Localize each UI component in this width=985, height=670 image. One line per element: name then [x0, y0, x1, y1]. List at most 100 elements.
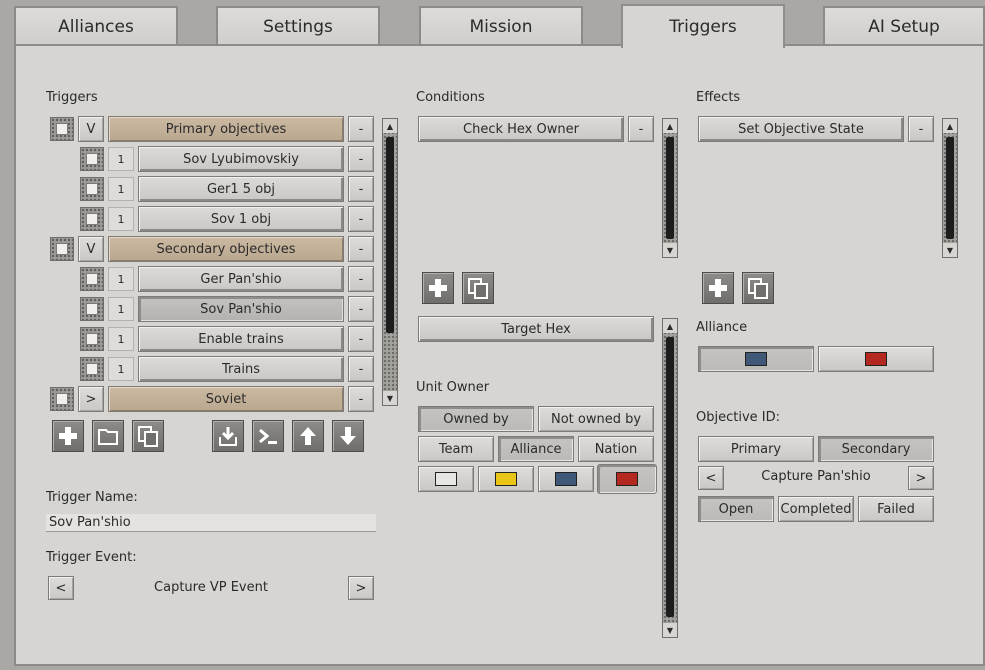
scroll-thumb[interactable]: [666, 137, 674, 239]
trigger-checkbox[interactable]: [80, 297, 104, 321]
alliance-red-button[interactable]: [818, 346, 934, 372]
effect-item[interactable]: Set Objective State: [698, 116, 904, 142]
alliance-blue-button[interactable]: [698, 346, 814, 372]
scroll-thumb[interactable]: [666, 337, 674, 617]
trigger-item[interactable]: Sov Pan'shio: [138, 296, 344, 322]
scroll-up-icon[interactable]: ▲: [663, 319, 677, 333]
remove-trigger-button[interactable]: -: [348, 146, 374, 172]
trigger-count: 1: [108, 297, 134, 321]
remove-trigger-button[interactable]: -: [348, 116, 374, 142]
scroll-down-icon[interactable]: ▼: [383, 391, 397, 405]
color-swatch: [555, 472, 577, 486]
trigger-group-header[interactable]: Primary objectives: [108, 116, 344, 142]
copy-condition-icon[interactable]: [462, 272, 494, 304]
scroll-up-icon[interactable]: ▲: [943, 119, 957, 133]
not-owned-by-button[interactable]: Not owned by: [538, 406, 654, 432]
remove-condition-button[interactable]: -: [628, 116, 654, 142]
trigger-item[interactable]: Sov 1 obj: [138, 206, 344, 232]
move-down-icon[interactable]: [332, 420, 364, 452]
group-toggle-button[interactable]: >: [78, 386, 104, 412]
owned-by-button[interactable]: Owned by: [418, 406, 534, 432]
target-hex-button[interactable]: Target Hex: [418, 316, 654, 342]
trigger-checkbox[interactable]: [80, 357, 104, 381]
alliance-button[interactable]: Alliance: [498, 436, 574, 462]
trigger-checkbox[interactable]: [80, 147, 104, 171]
event-prev-button[interactable]: <: [48, 576, 74, 600]
trigger-item[interactable]: Ger Pan'shio: [138, 266, 344, 292]
checkbox-icon: [86, 333, 98, 345]
add-condition-icon[interactable]: [422, 272, 454, 304]
objective-next-button[interactable]: >: [908, 466, 934, 490]
trigger-checkbox[interactable]: [50, 117, 74, 141]
color-swatch: [495, 472, 517, 486]
trigger-checkbox[interactable]: [50, 387, 74, 411]
remove-trigger-button[interactable]: -: [348, 356, 374, 382]
remove-trigger-button[interactable]: -: [348, 266, 374, 292]
secondary-button[interactable]: Secondary: [818, 436, 934, 462]
tab-settings[interactable]: Settings: [216, 6, 380, 46]
trigger-name-label: Trigger Name:: [46, 490, 138, 505]
trigger-checkbox[interactable]: [80, 177, 104, 201]
scroll-thumb[interactable]: [386, 137, 394, 333]
team-button[interactable]: Team: [418, 436, 494, 462]
group-toggle-button[interactable]: V: [78, 116, 104, 142]
remove-trigger-button[interactable]: -: [348, 236, 374, 262]
checkbox-icon: [56, 123, 68, 135]
trigger-item[interactable]: Trains: [138, 356, 344, 382]
folder-icon[interactable]: [92, 420, 124, 452]
console-icon[interactable]: [252, 420, 284, 452]
tab-alliances[interactable]: Alliances: [14, 6, 178, 46]
trigger-item[interactable]: Ger1 5 obj: [138, 176, 344, 202]
conditions-scrollbar[interactable]: ▲ ▼: [662, 118, 678, 258]
scroll-down-icon[interactable]: ▼: [663, 623, 677, 637]
failed-button[interactable]: Failed: [858, 496, 934, 522]
add-effect-icon[interactable]: [702, 272, 734, 304]
trigger-item[interactable]: Enable trains: [138, 326, 344, 352]
checkbox-icon: [86, 273, 98, 285]
trigger-group-header[interactable]: Secondary objectives: [108, 236, 344, 262]
color-swatch: [745, 352, 767, 366]
event-next-button[interactable]: >: [348, 576, 374, 600]
scroll-up-icon[interactable]: ▲: [383, 119, 397, 133]
color-yellow-button[interactable]: [478, 466, 534, 492]
trigger-group-header[interactable]: Soviet: [108, 386, 344, 412]
color-blue-button[interactable]: [538, 466, 594, 492]
remove-trigger-button[interactable]: -: [348, 176, 374, 202]
condition-detail-scrollbar[interactable]: ▲ ▼: [662, 318, 678, 638]
effects-scrollbar[interactable]: ▲ ▼: [942, 118, 958, 258]
color-red-button[interactable]: [597, 464, 657, 494]
remove-trigger-button[interactable]: -: [348, 326, 374, 352]
tab-triggers[interactable]: Triggers: [621, 4, 785, 48]
tab-ai-setup[interactable]: AI Setup: [823, 6, 985, 46]
remove-trigger-button[interactable]: -: [348, 296, 374, 322]
tab-mission[interactable]: Mission: [419, 6, 583, 46]
trigger-name-field[interactable]: Sov Pan'shio: [46, 514, 376, 532]
condition-item[interactable]: Check Hex Owner: [418, 116, 624, 142]
copy-effect-icon[interactable]: [742, 272, 774, 304]
nation-button[interactable]: Nation: [578, 436, 654, 462]
remove-effect-button[interactable]: -: [908, 116, 934, 142]
move-up-icon[interactable]: [292, 420, 324, 452]
objective-prev-button[interactable]: <: [698, 466, 724, 490]
trigger-checkbox[interactable]: [80, 267, 104, 291]
copy-icon[interactable]: [132, 420, 164, 452]
import-icon[interactable]: [212, 420, 244, 452]
primary-button[interactable]: Primary: [698, 436, 814, 462]
color-white-button[interactable]: [418, 466, 474, 492]
completed-button[interactable]: Completed: [778, 496, 854, 522]
open-button[interactable]: Open: [698, 496, 774, 522]
scroll-up-icon[interactable]: ▲: [663, 119, 677, 133]
scroll-down-icon[interactable]: ▼: [943, 243, 957, 257]
remove-trigger-button[interactable]: -: [348, 386, 374, 412]
trigger-checkbox[interactable]: [80, 327, 104, 351]
trigger-item[interactable]: Sov Lyubimovskiy: [138, 146, 344, 172]
trigger-checkbox[interactable]: [80, 207, 104, 231]
triggers-scrollbar[interactable]: ▲ ▼: [382, 118, 398, 406]
trigger-checkbox[interactable]: [50, 237, 74, 261]
group-toggle-button[interactable]: V: [78, 236, 104, 262]
add-icon[interactable]: [52, 420, 84, 452]
scroll-down-icon[interactable]: ▼: [663, 243, 677, 257]
remove-trigger-button[interactable]: -: [348, 206, 374, 232]
scroll-thumb[interactable]: [946, 137, 954, 239]
checkbox-icon: [86, 183, 98, 195]
